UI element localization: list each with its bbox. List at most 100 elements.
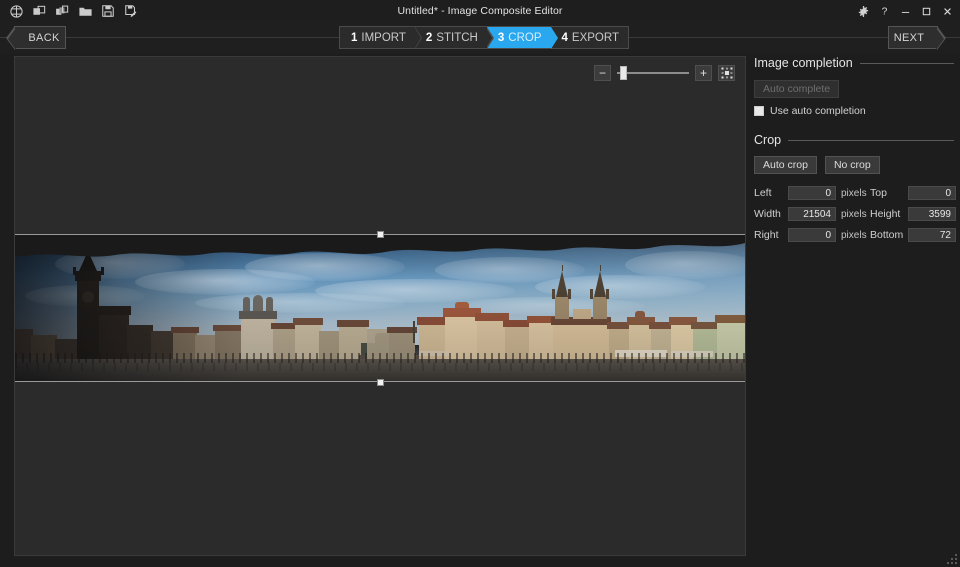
roof bbox=[171, 327, 199, 333]
roof bbox=[715, 315, 745, 323]
zoom-out-label: − bbox=[598, 66, 606, 80]
zoom-toolbar: − + bbox=[594, 65, 735, 81]
next-button[interactable]: NEXT bbox=[888, 26, 946, 50]
open-icon[interactable] bbox=[75, 1, 95, 21]
tyn-tower-right bbox=[593, 297, 607, 319]
roof-gable bbox=[455, 302, 469, 308]
astronomical-clock bbox=[82, 291, 94, 303]
panorama-canvas[interactable]: − + bbox=[15, 57, 745, 555]
church-tower bbox=[243, 297, 250, 311]
back-button[interactable]: BACK bbox=[6, 26, 66, 50]
step-stitch[interactable]: 2 STITCH bbox=[414, 27, 494, 49]
save-as-icon[interactable] bbox=[121, 1, 141, 21]
crop-fields: Left 0 pixels Top 0 pixels Width 21504 p… bbox=[754, 186, 956, 242]
next-button-label: NEXT bbox=[893, 31, 925, 44]
tyn-finial bbox=[599, 265, 601, 271]
svg-text:?: ? bbox=[882, 6, 888, 17]
help-icon[interactable]: ? bbox=[874, 0, 895, 22]
cloud bbox=[195, 293, 405, 313]
roof bbox=[293, 318, 323, 325]
save-icon[interactable] bbox=[98, 1, 118, 21]
maximize-button[interactable] bbox=[916, 0, 937, 22]
width-field-unit: pixels bbox=[841, 208, 867, 220]
right-panel: Image completion Auto complete Use auto … bbox=[754, 56, 956, 556]
tyn-turret bbox=[568, 289, 571, 299]
step-stitch-label: STITCH bbox=[436, 31, 478, 44]
crop-buttons: Auto crop No crop bbox=[754, 156, 954, 174]
step-import[interactable]: 1 IMPORT bbox=[340, 27, 422, 49]
title-bar: Untitled* - Image Composite Editor ? bbox=[0, 0, 960, 22]
church-dome bbox=[253, 295, 263, 311]
step-import-number: 1 bbox=[351, 31, 358, 44]
settings-icon[interactable] bbox=[853, 0, 874, 22]
zoom-in-button[interactable]: + bbox=[695, 65, 712, 81]
tyn-turret bbox=[590, 289, 593, 299]
left-field-unit: pixels bbox=[841, 187, 867, 199]
minimize-button[interactable] bbox=[895, 0, 916, 22]
right-field-unit: pixels bbox=[841, 229, 867, 241]
tyn-spire-left bbox=[556, 271, 568, 297]
crop-header: Crop bbox=[754, 133, 954, 147]
zoom-slider-track bbox=[617, 72, 689, 74]
panorama-image[interactable] bbox=[15, 235, 745, 381]
crop-region[interactable] bbox=[15, 230, 745, 386]
top-field-input[interactable]: 0 bbox=[908, 186, 956, 200]
canvas-area[interactable]: − + bbox=[14, 56, 746, 556]
width-field-label: Width bbox=[754, 208, 781, 220]
use-auto-completion-checkbox[interactable] bbox=[754, 106, 764, 116]
step-crop-number: 3 bbox=[497, 31, 505, 44]
crowd bbox=[15, 353, 745, 363]
tyn-turret bbox=[552, 289, 555, 299]
bottom-field-label: Bottom bbox=[870, 229, 904, 241]
roof bbox=[337, 320, 369, 327]
roof bbox=[213, 325, 243, 331]
bottom-crop-handle[interactable] bbox=[376, 378, 384, 386]
step-export-label: EXPORT bbox=[571, 31, 619, 44]
auto-crop-button[interactable]: Auto crop bbox=[754, 156, 817, 174]
zoom-out-button[interactable]: − bbox=[594, 65, 611, 81]
new-from-images-icon[interactable] bbox=[29, 1, 49, 21]
tyn-gable bbox=[573, 309, 591, 319]
crop-title: Crop bbox=[754, 133, 782, 147]
tyn-turret bbox=[606, 289, 609, 299]
bottom-field-unit: pixels bbox=[956, 230, 960, 241]
left-field-input[interactable]: 0 bbox=[788, 186, 836, 200]
window-controls: ? bbox=[853, 0, 958, 22]
top-crop-handle[interactable] bbox=[376, 230, 384, 238]
auto-complete-button[interactable]: Auto complete bbox=[754, 80, 840, 98]
right-field-input[interactable]: 0 bbox=[788, 228, 836, 242]
auto-crop-label: Auto crop bbox=[763, 159, 808, 171]
top-field-label: Top bbox=[870, 187, 887, 199]
crowd bbox=[15, 363, 745, 371]
step-stitch-number: 2 bbox=[425, 31, 433, 44]
width-field-input[interactable]: 21504 bbox=[788, 207, 836, 221]
right-field-label: Right bbox=[754, 229, 779, 241]
step-import-label: IMPORT bbox=[361, 31, 406, 44]
new-from-video-icon[interactable] bbox=[52, 1, 72, 21]
image-composite-editor-window: Untitled* - Image Composite Editor ? BAC… bbox=[0, 0, 960, 567]
roof-gable bbox=[635, 311, 645, 317]
zoom-slider[interactable] bbox=[617, 65, 689, 81]
use-auto-completion-row[interactable]: Use auto completion bbox=[754, 105, 954, 117]
panorama-render bbox=[15, 235, 745, 381]
new-panorama-icon[interactable] bbox=[6, 1, 26, 21]
title-bar-toolbar bbox=[0, 1, 141, 21]
height-field-input[interactable]: 3599 bbox=[908, 207, 956, 221]
no-crop-label: No crop bbox=[833, 159, 871, 171]
step-crop[interactable]: 3 CROP bbox=[486, 27, 558, 49]
workflow-step-bar: BACK 1 IMPORT 2 STITCH 3 CROP 4 EXPORT N… bbox=[0, 22, 960, 54]
no-crop-button[interactable]: No crop bbox=[824, 156, 880, 174]
back-button-label: BACK bbox=[28, 31, 60, 44]
bottom-field-input[interactable]: 72 bbox=[908, 228, 956, 242]
step-export[interactable]: 4 EXPORT bbox=[550, 27, 628, 48]
tower-gallery bbox=[75, 271, 101, 281]
step-export-number: 4 bbox=[561, 31, 568, 44]
close-button[interactable] bbox=[937, 0, 958, 22]
stitch-top-mask bbox=[15, 235, 745, 257]
window-resize-grip[interactable] bbox=[946, 553, 957, 564]
zoom-slider-handle[interactable] bbox=[620, 66, 627, 80]
tower-turret bbox=[101, 267, 104, 275]
fit-to-window-icon[interactable] bbox=[718, 65, 735, 81]
height-field-label: Height bbox=[870, 208, 901, 220]
church-roof bbox=[239, 311, 277, 319]
